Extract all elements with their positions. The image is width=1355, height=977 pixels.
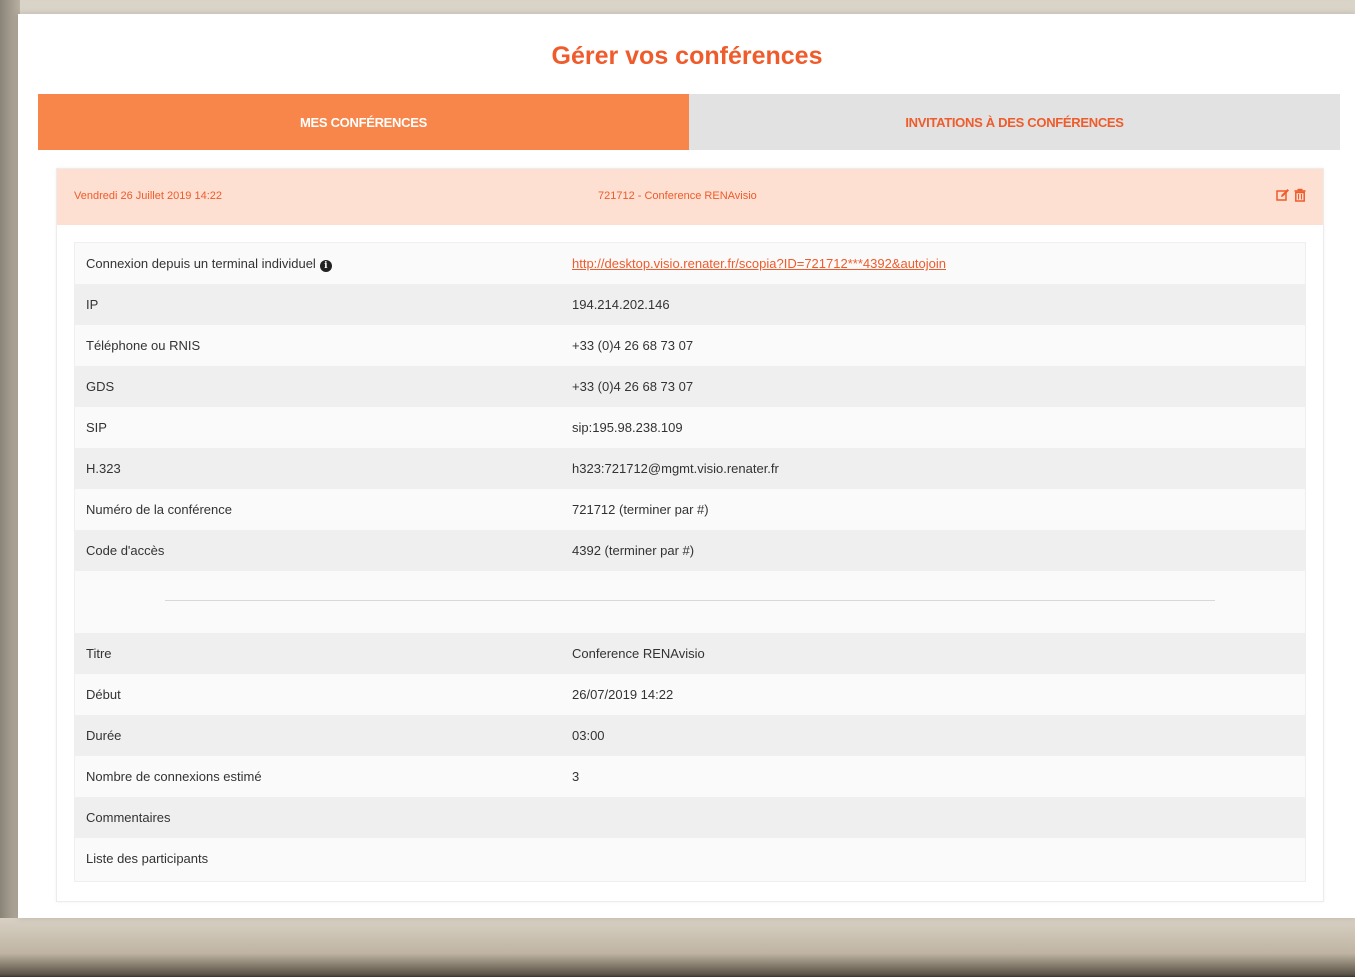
detail-label: H.323 [86, 461, 121, 476]
detail-value: 721712 (terminer par #) [572, 502, 709, 517]
detail-value: 4392 (terminer par #) [572, 543, 695, 558]
detail-label: SIP [86, 420, 107, 435]
detail-row-individual-terminal: Connexion depuis un terminal individuel i… [75, 243, 1305, 284]
detail-row-h323: H.323 h323:721712@mgmt.visio.renater.fr [75, 448, 1305, 489]
detail-label: Commentaires [86, 810, 171, 825]
detail-row-comments: Commentaires [75, 797, 1305, 838]
detail-value: 194.214.202.146 [572, 297, 670, 312]
detail-label: IP [86, 297, 99, 312]
detail-label: Début [86, 687, 121, 702]
detail-label: Numéro de la conférence [86, 502, 232, 517]
detail-label: Connexion depuis un terminal individuel i [86, 256, 332, 272]
detail-row-ip: IP 194.214.202.146 [75, 284, 1305, 325]
detail-row-sip: SIP sip:195.98.238.109 [75, 407, 1305, 448]
conference-card: Vendredi 26 Juillet 2019 14:22 721712 - … [56, 168, 1324, 902]
main-panel: Gérer vos conférences MES CONFÉRENCES IN… [18, 14, 1355, 918]
detail-row-title: Titre Conference RENAvisio [75, 633, 1305, 674]
detail-row-phone: Téléphone ou RNIS +33 (0)4 26 68 73 07 [75, 325, 1305, 366]
detail-value: h323:721712@mgmt.visio.renater.fr [572, 461, 779, 476]
background-left [0, 0, 20, 977]
detail-label: GDS [86, 379, 115, 394]
detail-label: Durée [86, 728, 122, 743]
detail-value: +33 (0)4 26 68 73 07 [572, 379, 694, 394]
detail-row-estimated-connections: Nombre de connexions estimé 3 [75, 756, 1305, 797]
detail-row-participants: Liste des participants [75, 838, 1305, 879]
conference-details: Connexion depuis un terminal individuel i… [74, 242, 1306, 882]
conference-header[interactable]: Vendredi 26 Juillet 2019 14:22 721712 - … [57, 169, 1323, 225]
detail-label: Téléphone ou RNIS [86, 338, 201, 353]
desktop-join-link[interactable]: http://desktop.visio.renater.fr/scopia?I… [572, 256, 946, 271]
detail-value: 26/07/2019 14:22 [572, 687, 674, 702]
section-divider [165, 600, 1215, 601]
detail-label: Titre [86, 646, 112, 661]
page-title: Gérer vos conférences [551, 42, 823, 70]
conference-name: 721712 - Conference RENAvisio [598, 190, 757, 202]
conference-actions [1276, 188, 1307, 202]
trash-icon[interactable] [1293, 188, 1307, 202]
detail-row-access-code: Code d'accès 4392 (terminer par #) [75, 530, 1305, 571]
detail-value: 03:00 [572, 728, 605, 743]
detail-label: Liste des participants [86, 851, 209, 866]
tab-invitations[interactable]: INVITATIONS À DES CONFÉRENCES [689, 94, 1340, 150]
detail-label: Nombre de connexions estimé [86, 769, 262, 784]
detail-row-conference-number: Numéro de la conférence 721712 (terminer… [75, 489, 1305, 530]
background-bottom [0, 918, 1355, 977]
tab-bar: MES CONFÉRENCES INVITATIONS À DES CONFÉR… [38, 94, 1340, 150]
detail-value: +33 (0)4 26 68 73 07 [572, 338, 694, 353]
tab-my-conferences[interactable]: MES CONFÉRENCES [38, 94, 689, 150]
detail-value: Conference RENAvisio [572, 646, 705, 661]
detail-value: 3 [572, 769, 580, 784]
detail-row-start: Début 26/07/2019 14:22 [75, 674, 1305, 715]
edit-icon[interactable] [1276, 188, 1290, 202]
detail-row-gds: GDS +33 (0)4 26 68 73 07 [75, 366, 1305, 407]
conference-date: Vendredi 26 Juillet 2019 14:22 [74, 190, 223, 202]
detail-value: sip:195.98.238.109 [572, 420, 683, 435]
detail-row-duration: Durée 03:00 [75, 715, 1305, 756]
info-icon[interactable]: i [319, 260, 332, 272]
detail-label: Code d'accès [86, 543, 165, 558]
